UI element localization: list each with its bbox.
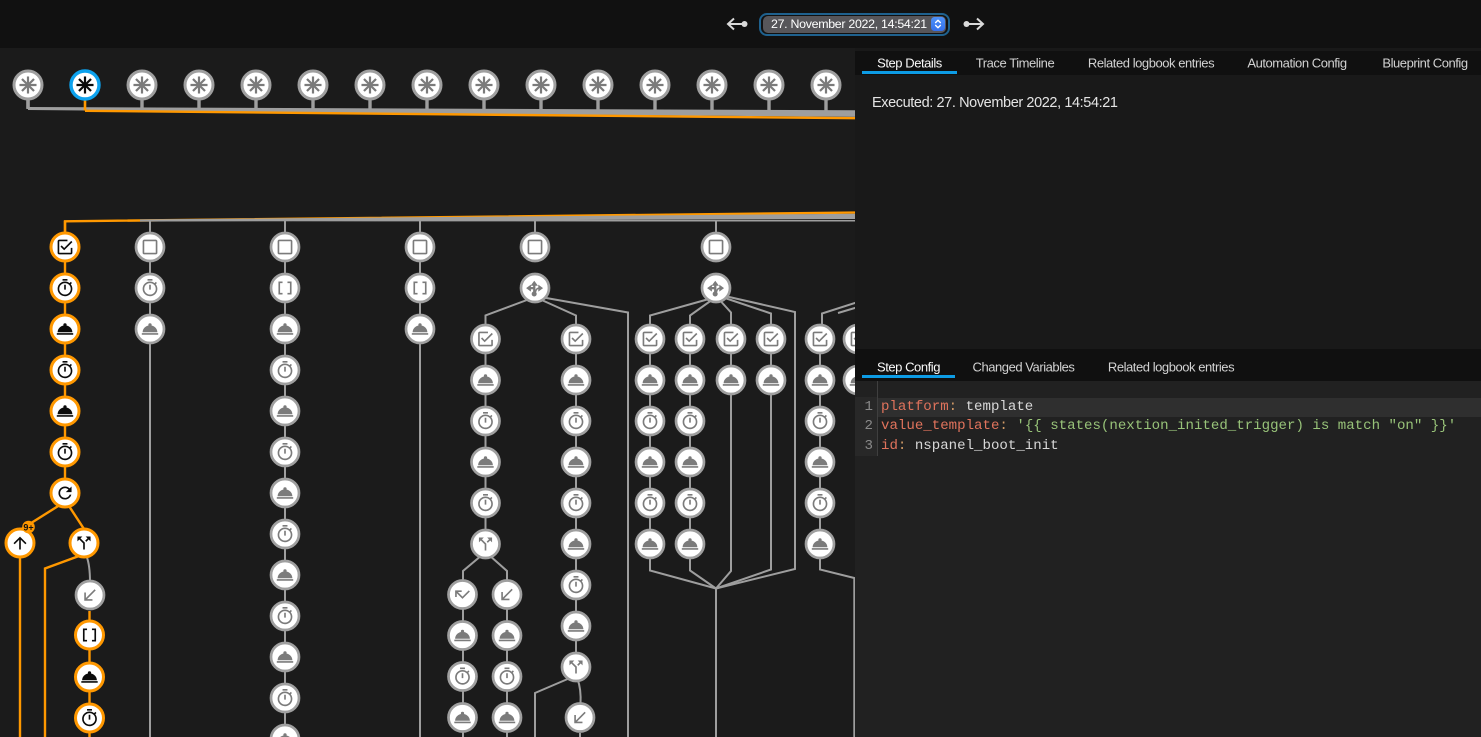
svg-text:9+: 9+ — [23, 523, 33, 533]
